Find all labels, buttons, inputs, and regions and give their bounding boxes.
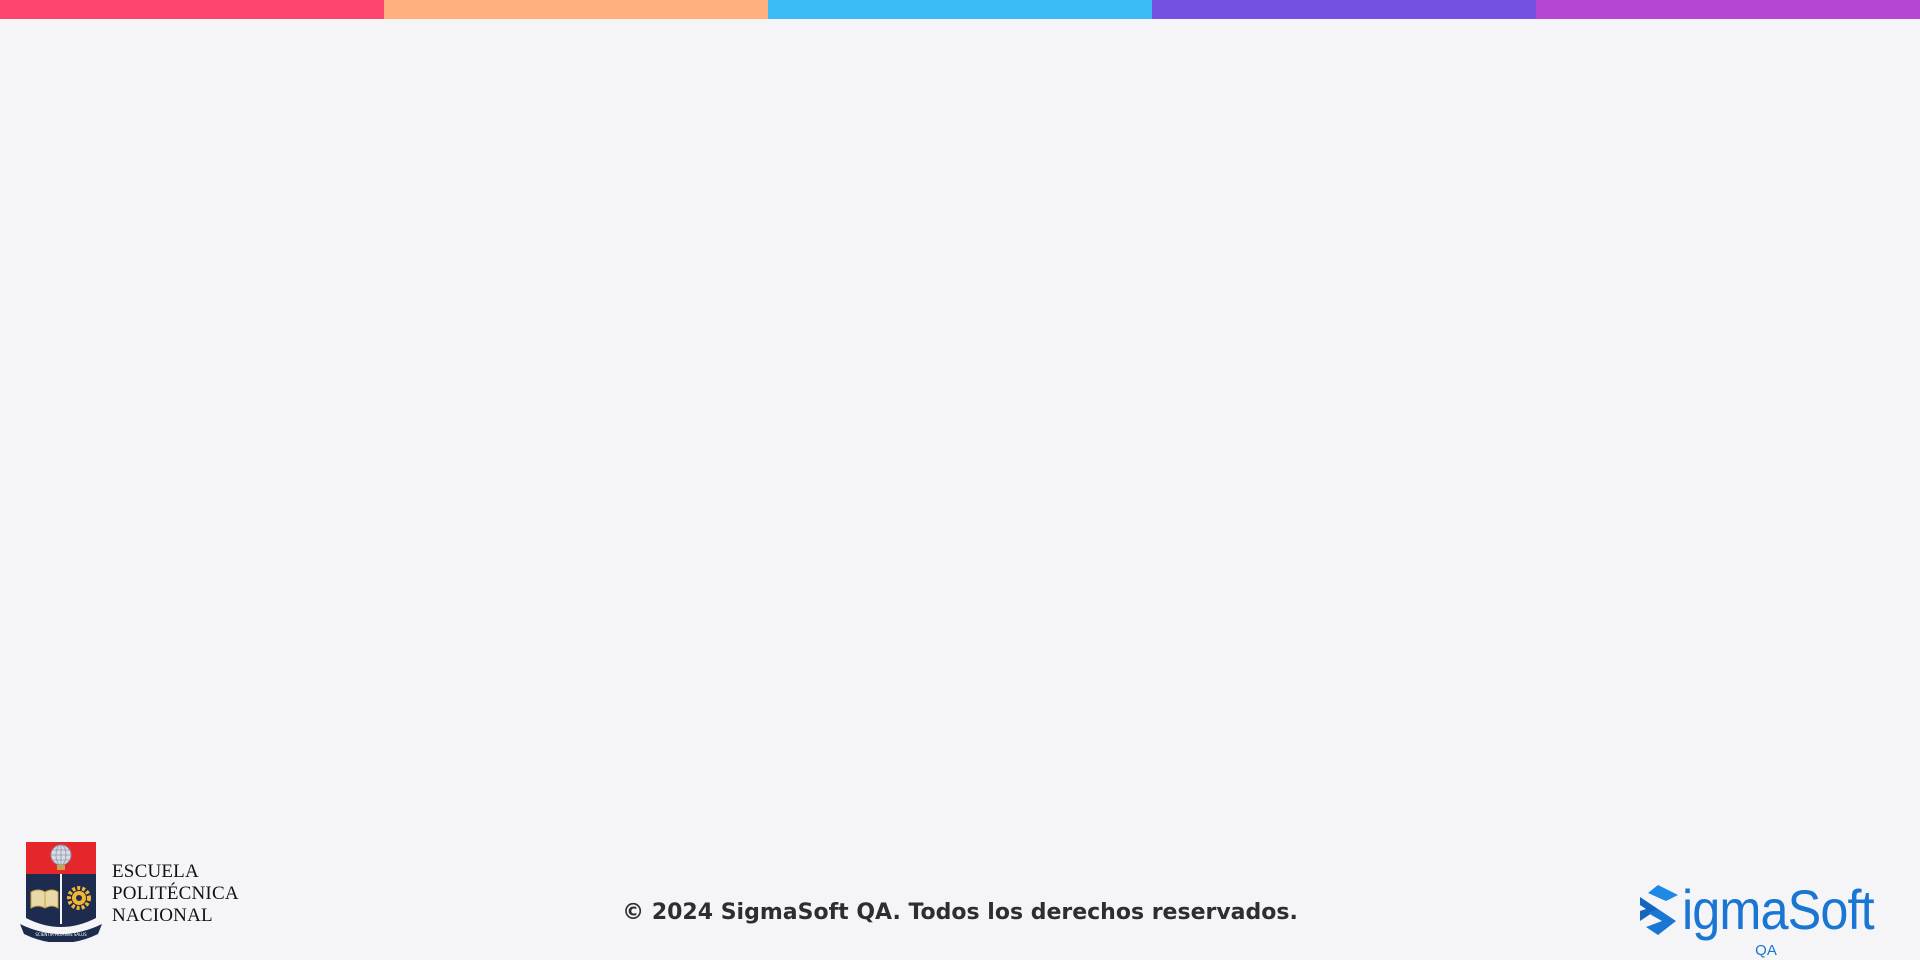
color-segment-5 — [1536, 0, 1920, 19]
brand-name: igmaSoft — [1682, 878, 1875, 941]
institution-logo: SCIENTIA HOMINIS SALUS ESCUELA POLITÉCNI… — [18, 840, 239, 942]
sigma-logo-icon — [1640, 885, 1678, 935]
copyright-text: © 2024 SigmaSoft QA. Todos los derechos … — [622, 900, 1298, 925]
color-segment-2 — [384, 0, 768, 19]
institution-name-line-1: ESCUELA — [112, 861, 199, 882]
page: SCIENTIA HOMINIS SALUS ESCUELA POLITÉCNI… — [0, 0, 1920, 960]
color-segment-1 — [0, 0, 384, 19]
color-segment-4 — [1152, 0, 1536, 19]
brand-logo: igmaSoft QA — [1636, 880, 1896, 960]
brand-subtitle: QA — [1755, 942, 1777, 959]
footer: SCIENTIA HOMINIS SALUS ESCUELA POLITÉCNI… — [0, 830, 1920, 960]
epn-crest-icon: SCIENTIA HOMINIS SALUS — [20, 842, 102, 942]
top-color-bar — [0, 0, 1920, 19]
color-segment-3 — [768, 0, 1152, 19]
svg-text:SCIENTIA HOMINIS SALUS: SCIENTIA HOMINIS SALUS — [35, 932, 87, 937]
